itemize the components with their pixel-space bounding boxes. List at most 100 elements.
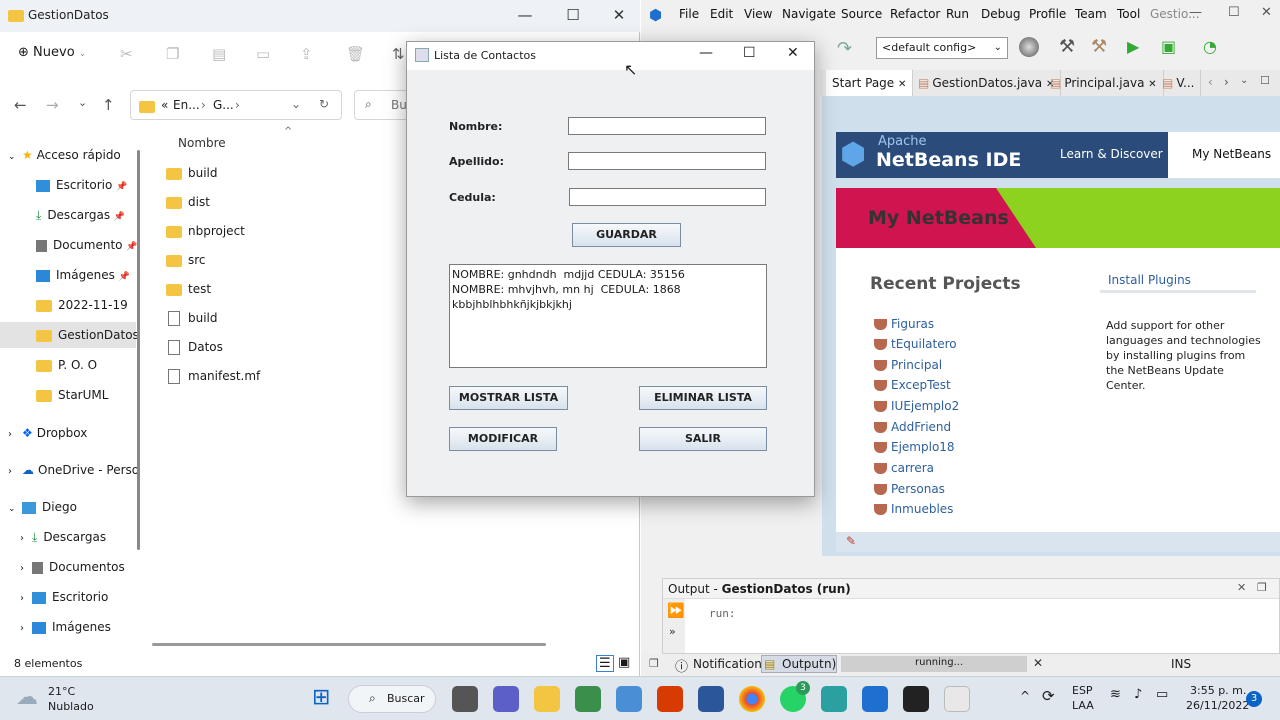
nav-documents[interactable]: Documento 📌	[0, 232, 138, 258]
wifi-icon[interactable]: ≋	[1110, 687, 1121, 702]
sync-icon[interactable]: ⟳	[1042, 687, 1055, 705]
pin-icon[interactable]: 📌	[116, 182, 127, 192]
terminal-icon[interactable]	[903, 686, 929, 712]
weather-temp[interactable]: 21°C	[48, 685, 75, 698]
delete-icon[interactable]: 🗑	[346, 45, 365, 63]
nav-pc-images[interactable]: › Imágenes	[0, 614, 136, 640]
chevron-up-icon[interactable]: ^	[1020, 689, 1030, 703]
rerun-icon[interactable]: ⏩	[667, 603, 684, 619]
modificar-button[interactable]: MODIFICAR	[449, 427, 557, 451]
nav-downloads[interactable]: ⤓ Descargas 📌	[0, 202, 136, 228]
nav-scrollbar[interactable]	[137, 150, 140, 550]
forward-icon[interactable]: →	[46, 96, 59, 114]
menu-source[interactable]: Source	[841, 7, 882, 21]
config-select[interactable]: <default config> ⌄	[876, 37, 1008, 59]
tab-start-page[interactable]: Start Page ✕	[826, 70, 914, 96]
guardar-button[interactable]: GUARDAR	[572, 223, 681, 247]
nombre-field[interactable]	[568, 117, 766, 135]
close-icon[interactable]: ✕	[898, 79, 906, 90]
weather-desc[interactable]: Nublado	[48, 700, 94, 713]
cut-icon[interactable]: ✂	[120, 45, 133, 63]
tiles-view-icon[interactable]: ▣	[618, 655, 630, 670]
speaker-icon[interactable]: ♪	[1134, 687, 1142, 702]
menu-tools[interactable]: Tool	[1117, 7, 1140, 21]
maximize-button[interactable]: ☐	[550, 0, 596, 30]
file-row[interactable]: nbproject	[166, 218, 245, 244]
nav-desktop[interactable]: Escritorio 📌	[0, 172, 136, 198]
dialog-titlebar[interactable]: Lista de Contactos — ☐ ✕	[407, 42, 814, 70]
maximize-editor-icon[interactable]: ☐	[1260, 74, 1270, 87]
output-status-tab[interactable]: ▤ Output n)	[761, 655, 837, 673]
salir-button[interactable]: SALIR	[639, 427, 767, 451]
build-hammer-icon[interactable]: ⚒	[1059, 36, 1075, 57]
nav-pc-downloads[interactable]: › ⤓ Descargas	[0, 524, 136, 550]
file-row[interactable]: test	[166, 276, 211, 302]
java-app-icon[interactable]	[944, 686, 970, 712]
clock-time[interactable]: 3:55 p. m.	[1190, 684, 1246, 697]
recent-chevron-icon[interactable]: ⌄	[78, 96, 87, 109]
minimize-button[interactable]: —	[502, 0, 548, 30]
cedula-field[interactable]	[569, 188, 766, 206]
nav-onedrive[interactable]: › ☁ OneDrive - Perso	[0, 457, 139, 483]
taskbar-search[interactable]: ⌕ Buscar	[348, 685, 436, 713]
refresh-icon[interactable]: ↻	[319, 97, 329, 111]
rename-icon[interactable]: ▭	[256, 45, 270, 63]
breadcrumb-part1[interactable]: En...	[173, 98, 200, 112]
file-row[interactable]: build	[166, 160, 218, 186]
recent-project-item[interactable]: ExcepTest	[874, 375, 951, 395]
scroll-left-icon[interactable]: ‹	[1208, 75, 1213, 89]
word-icon[interactable]	[698, 686, 724, 712]
profile-icon[interactable]: ◔	[1203, 37, 1217, 56]
copy-icon[interactable]: ❐	[166, 45, 179, 63]
nav-folder-staruml[interactable]: StarUML	[0, 382, 136, 408]
minimize-button[interactable]: —	[699, 45, 713, 61]
menu-edit[interactable]: Edit	[710, 7, 733, 21]
recent-project-item[interactable]: Figuras	[874, 314, 934, 334]
menu-file[interactable]: File	[679, 7, 699, 21]
recent-project-item[interactable]: Principal	[874, 355, 942, 375]
store-icon[interactable]	[575, 686, 601, 712]
chrome-icon[interactable]	[739, 686, 765, 712]
nav-pc-desktop[interactable]: › Escritorio	[0, 584, 136, 610]
menu-navigate[interactable]: Navigate	[782, 7, 836, 21]
debug-icon[interactable]: ▣	[1161, 37, 1176, 56]
task-view-icon[interactable]	[452, 686, 478, 712]
nav-my-netbeans-tab[interactable]: My NetBeans	[1168, 132, 1280, 178]
horizontal-scrollbar[interactable]	[152, 643, 546, 646]
back-icon[interactable]: ←	[14, 96, 27, 114]
more-icon[interactable]: »	[669, 625, 676, 638]
nav-dropbox[interactable]: › ❖ Dropbox	[0, 420, 136, 446]
notification-badge[interactable]: 3	[1246, 691, 1262, 707]
pin-icon[interactable]: 📌	[114, 212, 125, 222]
cancel-process-icon[interactable]: ✕	[1033, 656, 1043, 670]
pin-icon[interactable]: 📌	[126, 242, 137, 252]
office-icon[interactable]	[657, 686, 683, 712]
chevron-down-icon[interactable]: ⌄	[291, 97, 301, 111]
clock-date[interactable]: 26/11/2022	[1186, 699, 1249, 712]
nav-learn-discover[interactable]: Learn & Discover	[1060, 147, 1163, 161]
address-bar[interactable]: « En... › G... › ⌄ ↻	[130, 90, 342, 120]
menu-team[interactable]: Team	[1075, 7, 1107, 21]
recent-project-item[interactable]: AddFriend	[874, 417, 951, 437]
clean-build-icon[interactable]: ⚒	[1091, 36, 1107, 57]
run-icon[interactable]: ▶	[1127, 37, 1139, 56]
file-row[interactable]: manifest.mf	[166, 363, 260, 389]
file-row[interactable]: dist	[166, 189, 210, 215]
nav-quick-access[interactable]: ⌄ ★ Acceso rápido	[0, 142, 136, 168]
notepad-icon[interactable]	[821, 686, 847, 712]
nav-images[interactable]: Imágenes 📌	[0, 262, 136, 288]
nav-folder-2022[interactable]: 2022-11-19	[0, 292, 136, 318]
column-header-name[interactable]: Nombre	[178, 136, 226, 150]
maximize-button[interactable]: ☐	[1228, 5, 1240, 20]
restore-icon[interactable]: ❐	[1257, 581, 1267, 594]
nav-folder-poo[interactable]: P. O. O	[0, 352, 136, 378]
minimize-button[interactable]: —	[1189, 5, 1202, 20]
nav-this-pc[interactable]: ⌄ Diego	[0, 494, 136, 520]
file-row[interactable]: src	[166, 247, 206, 273]
close-icon[interactable]: ✕	[1237, 581, 1246, 594]
notifications-label[interactable]: Notifications	[693, 657, 768, 671]
menu-view[interactable]: View	[744, 7, 772, 21]
tab-v[interactable]: ▤ V...	[1156, 70, 1202, 96]
nav-pc-documents[interactable]: › Documentos	[0, 554, 136, 580]
file-row[interactable]: Datos	[166, 334, 223, 360]
